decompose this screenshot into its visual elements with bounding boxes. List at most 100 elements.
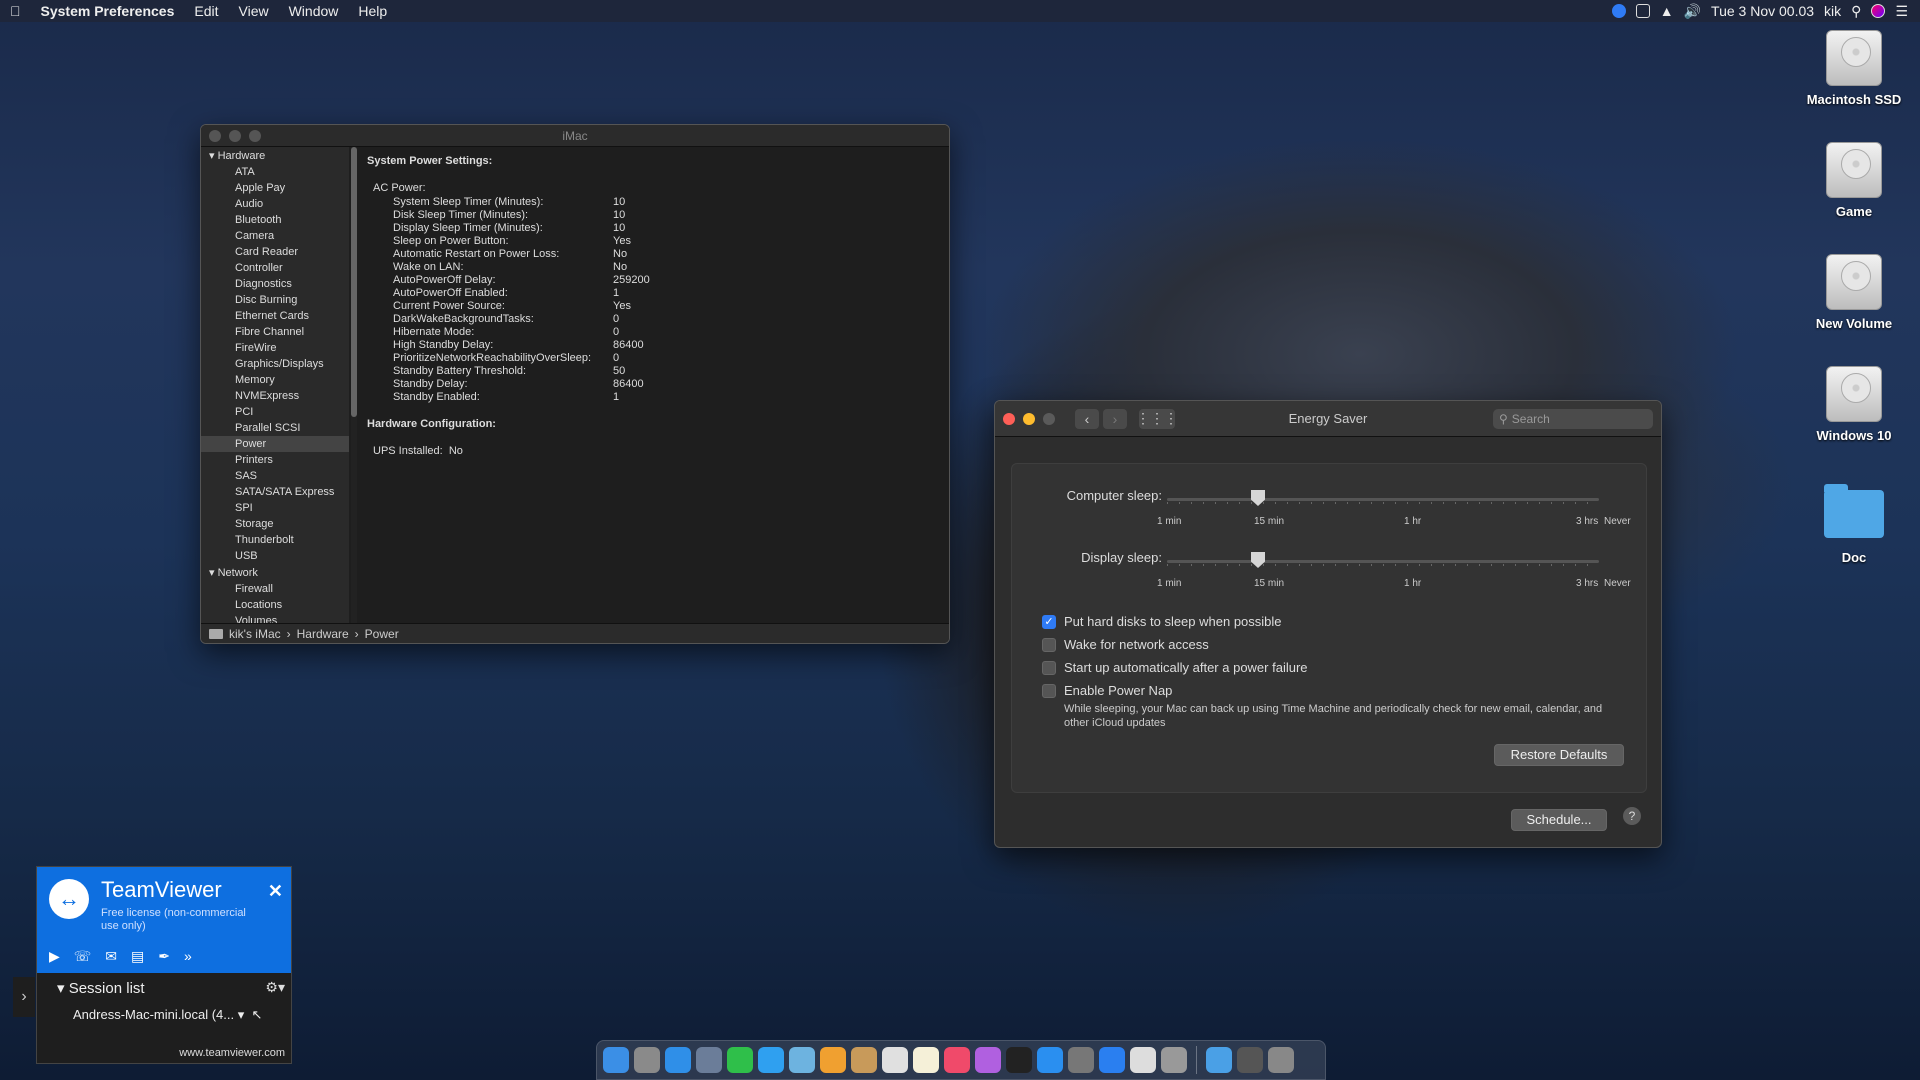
sidebar-item[interactable]: Firewall (201, 581, 349, 597)
menu-datetime[interactable]: Tue 3 Nov 00.03 (1711, 3, 1814, 19)
schedule-button[interactable]: Schedule... (1511, 809, 1607, 831)
notification-center-icon[interactable]: ☰ (1895, 3, 1908, 20)
close-button[interactable] (1003, 412, 1015, 425)
minimize-button[interactable] (1023, 412, 1035, 425)
sidebar-item[interactable]: Printers (201, 452, 349, 468)
desktop-icon-windows-10[interactable]: Windows 10 (1794, 366, 1914, 443)
zoom-button[interactable] (249, 129, 261, 142)
close-icon[interactable]: ✕ (268, 881, 283, 902)
wifi-icon[interactable]: ▲ (1660, 3, 1674, 19)
dock-app-icon[interactable] (913, 1047, 939, 1073)
checkbox-row[interactable]: Start up automatically after a power fai… (1042, 660, 1308, 675)
help-button[interactable]: ? (1623, 807, 1641, 825)
dock-app-icon[interactable] (944, 1047, 970, 1073)
sidebar-group-hardware[interactable]: ▾ Hardware (201, 147, 349, 164)
activity-menu-icon[interactable] (1635, 4, 1650, 18)
menu-window[interactable]: Window (279, 3, 349, 19)
sidebar-item[interactable]: SPI (201, 500, 349, 516)
apple-icon[interactable]:  (0, 3, 31, 19)
search-field[interactable]: ⚲ Search (1493, 409, 1653, 429)
siri-icon[interactable] (1871, 4, 1886, 18)
dock-app-icon[interactable] (603, 1047, 629, 1073)
dock-app-icon[interactable] (1068, 1047, 1094, 1073)
sidebar-item[interactable]: Apple Pay (201, 180, 349, 196)
dock-app-icon[interactable] (820, 1047, 846, 1073)
computer-sleep-slider[interactable] (1167, 498, 1599, 501)
menu-user[interactable]: kik (1824, 3, 1841, 19)
sidebar-item[interactable]: USB (201, 548, 349, 564)
checkbox[interactable]: ✓ (1042, 614, 1056, 629)
checkbox[interactable] (1042, 683, 1056, 698)
sidebar-item[interactable]: Controller (201, 260, 349, 276)
sidebar-item[interactable]: Memory (201, 372, 349, 388)
dock-app-icon[interactable] (851, 1047, 877, 1073)
dock-app-icon[interactable] (1161, 1047, 1187, 1073)
chat-icon[interactable]: ✉ (105, 948, 117, 965)
dock-app-icon[interactable] (882, 1047, 908, 1073)
dock-app-icon[interactable] (789, 1047, 815, 1073)
dock-app-icon[interactable] (696, 1047, 722, 1073)
sidebar-item[interactable]: SAS (201, 468, 349, 484)
dock-app-icon[interactable] (665, 1047, 691, 1073)
dock-app-icon[interactable] (1099, 1047, 1125, 1073)
zoom-button[interactable] (1043, 412, 1055, 425)
checkbox-row[interactable]: Enable Power Nap (1042, 683, 1172, 698)
breadcrumb-hardware[interactable]: Hardware (297, 627, 349, 641)
sidebar-item[interactable]: Disc Burning (201, 292, 349, 308)
sidebar-item[interactable]: NVMExpress (201, 388, 349, 404)
sidebar-item[interactable]: Camera (201, 228, 349, 244)
sidebar-item[interactable]: Audio (201, 196, 349, 212)
sidebar-group-network[interactable]: ▾ Network (201, 564, 349, 581)
back-chevron-icon[interactable]: ‹ (1075, 408, 1099, 429)
files-icon[interactable]: ▤ (131, 948, 144, 965)
dock-app-icon[interactable] (1206, 1047, 1232, 1073)
display-sleep-slider[interactable] (1167, 560, 1599, 563)
sidebar-item[interactable]: Thunderbolt (201, 532, 349, 548)
session-list-header[interactable]: ▾ Session list (57, 979, 145, 997)
gear-icon[interactable]: ⚙▾ (265, 979, 285, 996)
tools-icon[interactable]: ✒ (158, 948, 170, 965)
pointer-icon[interactable]: ↖ (251, 1007, 262, 1022)
menu-app-name[interactable]: System Preferences (31, 3, 185, 19)
sidebar-item[interactable]: FireWire (201, 340, 349, 356)
sidebar-item[interactable]: SATA/SATA Express (201, 484, 349, 500)
menu-view[interactable]: View (229, 3, 279, 19)
sysinfo-titlebar[interactable]: iMac (201, 125, 949, 147)
menu-help[interactable]: Help (348, 3, 397, 19)
sidebar-item[interactable]: ATA (201, 164, 349, 180)
volume-icon[interactable]: 🔊 (1684, 3, 1701, 20)
minimize-button[interactable] (229, 129, 241, 142)
dock-app-icon[interactable] (1037, 1047, 1063, 1073)
close-button[interactable] (209, 129, 221, 142)
teamviewer-url[interactable]: www.teamviewer.com (179, 1047, 285, 1059)
spotlight-search-icon[interactable]: ⚲ (1851, 3, 1861, 20)
sidebar-item[interactable]: Diagnostics (201, 276, 349, 292)
breadcrumb-power[interactable]: Power (365, 627, 399, 641)
checkbox-row[interactable]: Wake for network access (1042, 637, 1209, 652)
checkbox[interactable] (1042, 660, 1056, 675)
sidebar-item[interactable]: Card Reader (201, 244, 349, 260)
checkbox-row[interactable]: ✓ Put hard disks to sleep when possible (1042, 614, 1282, 629)
desktop-icon-game[interactable]: Game (1794, 142, 1914, 219)
video-icon[interactable]: ▶ (49, 948, 60, 965)
headset-icon[interactable]: ☏ (74, 948, 92, 965)
desktop-icon-macintosh-ssd[interactable]: Macintosh SSD (1794, 30, 1914, 107)
sidebar-item[interactable]: PCI (201, 404, 349, 420)
teamviewer-menu-icon[interactable] (1611, 4, 1626, 18)
dock-app-icon[interactable] (727, 1047, 753, 1073)
expand-chevron-icon[interactable]: › (13, 977, 35, 1017)
sidebar-item[interactable]: Graphics/Displays (201, 356, 349, 372)
sidebar-item[interactable]: Fibre Channel (201, 324, 349, 340)
dock-app-icon[interactable] (758, 1047, 784, 1073)
breadcrumb-computer[interactable]: kik's iMac (229, 627, 281, 641)
sidebar-item[interactable]: Parallel SCSI (201, 420, 349, 436)
dock-app-icon[interactable] (1006, 1047, 1032, 1073)
dock-app-icon[interactable] (634, 1047, 660, 1073)
checkbox[interactable] (1042, 637, 1056, 652)
sidebar-item[interactable]: Storage (201, 516, 349, 532)
sidebar-item[interactable]: Locations (201, 597, 349, 613)
desktop-icon-doc[interactable]: Doc (1794, 484, 1914, 565)
sidebar-item[interactable]: Bluetooth (201, 212, 349, 228)
desktop-icon-new-volume[interactable]: New Volume (1794, 254, 1914, 331)
more-icon[interactable]: » (184, 948, 192, 965)
